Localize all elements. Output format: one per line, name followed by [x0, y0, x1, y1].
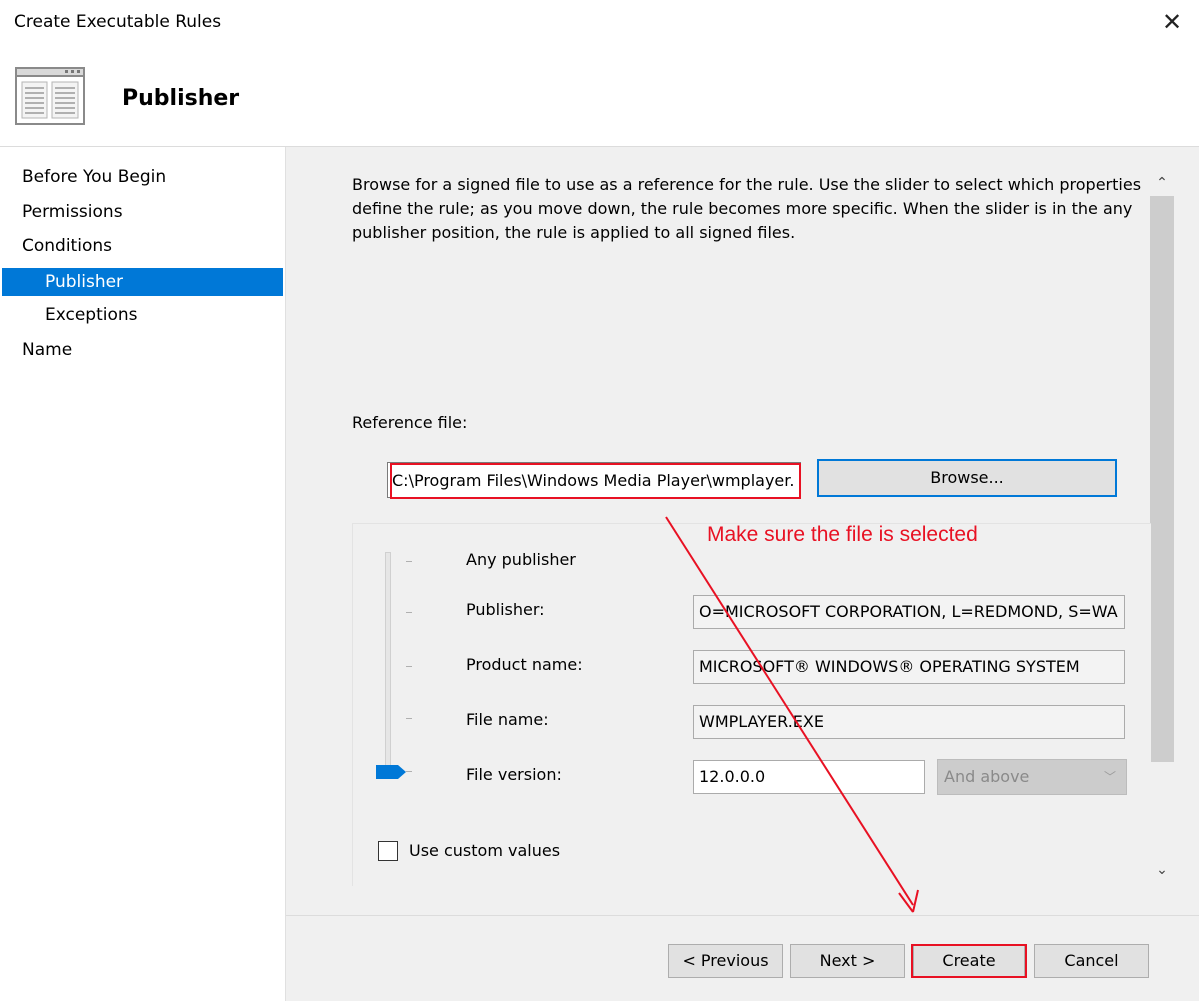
scroll-up-icon[interactable]: ⌃	[1152, 175, 1172, 195]
scroll-down-icon[interactable]: ⌄	[1152, 862, 1172, 882]
nav-item-exceptions[interactable]: Exceptions	[0, 301, 283, 329]
product-name-label: Product name:	[466, 655, 583, 674]
nav-item-publisher[interactable]: Publisher	[2, 268, 283, 296]
use-custom-values-label: Use custom values	[409, 841, 561, 860]
page-description: Browse for a signed file to use as a ref…	[352, 175, 1142, 242]
vertical-scrollbar-thumb[interactable]	[1150, 196, 1174, 762]
version-operator-select[interactable]: And above ﹀	[937, 759, 1127, 795]
file-name-field[interactable]: WMPLAYER.EXE	[693, 705, 1125, 739]
file-version-field[interactable]: 12.0.0.0	[693, 760, 925, 794]
product-name-field[interactable]: MICROSOFT® WINDOWS® OPERATING SYSTEM	[693, 650, 1125, 684]
browse-button[interactable]: Browse...	[817, 459, 1117, 497]
specificity-slider-thumb[interactable]	[375, 764, 407, 780]
page-title: Publisher	[122, 86, 240, 111]
next-button[interactable]: Next >	[790, 944, 905, 978]
slider-tick	[406, 666, 412, 667]
create-button[interactable]: Create	[913, 944, 1025, 978]
publisher-field[interactable]: O=MICROSOFT CORPORATION, L=REDMOND, S=WA	[693, 595, 1125, 629]
chevron-down-icon: ﹀	[1103, 770, 1116, 784]
close-icon[interactable]: ✕	[1160, 8, 1184, 36]
any-publisher-label: Any publisher	[466, 550, 576, 569]
use-custom-values-checkbox[interactable]	[378, 841, 398, 861]
nav-item-before-you-begin[interactable]: Before You Begin	[0, 163, 283, 191]
wizard-steps-nav: Before You Begin Permissions Conditions …	[0, 147, 285, 1001]
nav-item-name[interactable]: Name	[0, 336, 283, 364]
file-version-label: File version:	[466, 765, 562, 784]
annotation-text: Make sure the file is selected	[707, 523, 978, 546]
file-name-label: File name:	[466, 710, 549, 729]
cancel-button[interactable]: Cancel	[1034, 944, 1149, 978]
reference-file-label: Reference file:	[352, 413, 468, 432]
specificity-slider-track[interactable]	[385, 552, 391, 772]
nav-item-permissions[interactable]: Permissions	[0, 198, 283, 226]
previous-button[interactable]: < Previous	[668, 944, 783, 978]
slider-tick	[406, 561, 412, 562]
version-operator-value: And above	[944, 767, 1030, 786]
wizard-page-icon	[15, 67, 85, 125]
reference-file-input[interactable]: C:\Program Files\Windows Media Player\wm…	[387, 462, 801, 498]
slider-tick	[406, 718, 412, 719]
nav-item-conditions[interactable]: Conditions	[0, 232, 283, 260]
slider-tick	[406, 612, 412, 613]
publisher-label: Publisher:	[466, 600, 545, 619]
window-title: Create Executable Rules	[14, 12, 222, 32]
